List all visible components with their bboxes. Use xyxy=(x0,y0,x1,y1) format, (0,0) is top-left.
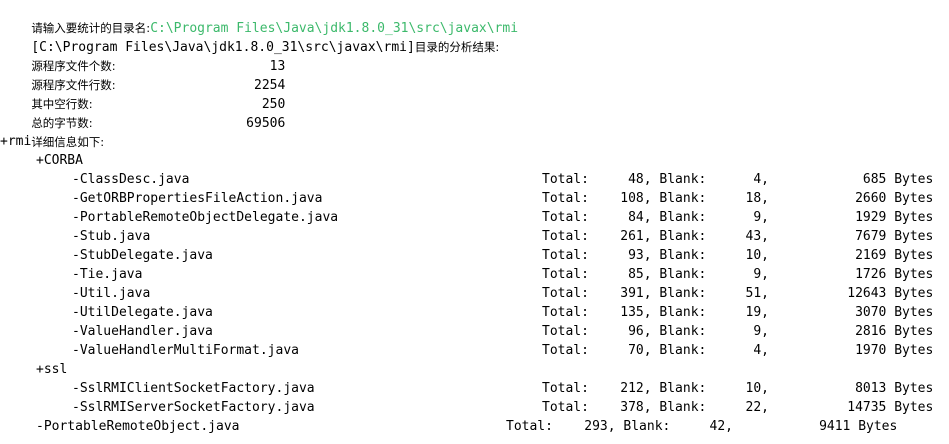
tree-file-row: -GetORBPropertiesFileAction.java Total: 1… xyxy=(0,190,949,209)
file-stats: Total: 48, Blank: 4, 685 Bytes xyxy=(542,172,934,187)
file-stats: Total: 108, Blank: 18, 2660 Bytes xyxy=(542,191,934,206)
tree-file-row: -Util.java Total: 391, Blank: 51, 12643 B… xyxy=(0,285,949,304)
file-name: -Stub.java xyxy=(72,229,151,244)
tree-file-row: -Tie.java Total: 85, Blank: 9, 1726 Bytes xyxy=(0,266,949,285)
file-name: -ValueHandlerMultiFormat.java xyxy=(72,343,299,358)
tree-file-row: -ValueHandler.java Total: 96, Blank: 9, 2… xyxy=(0,323,949,342)
tree-file-row: -Stub.java Total: 261, Blank: 43, 7679 By… xyxy=(0,228,949,247)
folder-name: +CORBA xyxy=(36,153,83,168)
file-name: -ValueHandler.java xyxy=(72,324,213,339)
file-stats: Total: 378, Blank: 22, 14735 Bytes xyxy=(542,400,934,415)
summary-row: 总的字节数: 69506 xyxy=(0,95,285,131)
file-stats: Total: 93, Blank: 10, 2169 Bytes xyxy=(542,248,934,263)
result-header-line: [C:\Program Files\Java\jdk1.8.0_31\src\j… xyxy=(0,19,499,55)
tree-folder-row: +rmi xyxy=(0,133,949,152)
file-stats: Total: 96, Blank: 9, 2816 Bytes xyxy=(542,324,934,339)
tree-file-row: -StubDelegate.java Total: 93, Blank: 10, … xyxy=(0,247,949,266)
folder-name: +ssl xyxy=(36,362,68,377)
detail-header: 详细信息如下: xyxy=(0,114,104,149)
file-stats: Total: 70, Blank: 4, 1970 Bytes xyxy=(542,343,934,358)
console-output[interactable]: 请输入要统计的目录名:C:\Program Files\Java\jdk1.8.… xyxy=(0,0,949,444)
file-stats: Total: 135, Blank: 19, 3070 Bytes xyxy=(542,305,934,320)
input-prompt-line: 请输入要统计的目录名:C:\Program Files\Java\jdk1.8.… xyxy=(0,0,518,36)
summary-row: 其中空行数: 250 xyxy=(0,76,285,112)
file-name: -PortableRemoteObject.java xyxy=(36,419,240,434)
file-name: -StubDelegate.java xyxy=(72,248,213,263)
tree-folder-row: +ssl xyxy=(0,361,949,380)
file-stats: Total: 212, Blank: 10, 8013 Bytes xyxy=(542,381,934,396)
summary-row: 源程序文件个数: 13 xyxy=(0,38,285,74)
tree-file-row: -ClassDesc.java Total: 48, Blank: 4, 685 … xyxy=(0,171,949,190)
file-name: -SslRMIServerSocketFactory.java xyxy=(72,400,315,415)
file-name: -GetORBPropertiesFileAction.java xyxy=(72,191,323,206)
tree-file-row: -SslRMIServerSocketFactory.java Total: 37… xyxy=(0,399,949,418)
tree-file-row: -PortableRemoteObject.java Total: 293, Bl… xyxy=(0,418,949,437)
tree-file-row: -ValueHandlerMultiFormat.java Total: 70, … xyxy=(0,342,949,361)
folder-name: +rmi xyxy=(0,134,32,149)
summary-value: 69506 xyxy=(246,115,286,131)
tree-file-row: -SslRMIClientSocketFactory.java Total: 21… xyxy=(0,380,949,399)
file-name: -Util.java xyxy=(72,286,151,301)
file-stats: Total: 85, Blank: 9, 1726 Bytes xyxy=(542,267,934,282)
file-stats: Total: 84, Blank: 9, 1929 Bytes xyxy=(542,210,934,225)
file-stats: Total: 261, Blank: 43, 7679 Bytes xyxy=(542,229,934,244)
summary-row: 源程序文件行数: 2254 xyxy=(0,57,285,93)
file-stats: Total: 391, Blank: 51, 12643 Bytes xyxy=(542,286,934,301)
file-name: -Tie.java xyxy=(72,267,143,282)
tree-folder-row: +CORBA xyxy=(0,152,949,171)
file-stats: Total: 293, Blank: 42, 9411 Bytes xyxy=(506,419,898,434)
tree-file-row: -PortableRemoteObjectDelegate.java Total:… xyxy=(0,209,949,228)
file-name: -SslRMIClientSocketFactory.java xyxy=(72,381,315,396)
tree-file-row: -UtilDelegate.java Total: 135, Blank: 19,… xyxy=(0,304,949,323)
result-suffix: 目录的分析结果: xyxy=(414,39,500,54)
file-name: -UtilDelegate.java xyxy=(72,305,213,320)
file-name: -PortableRemoteObjectDelegate.java xyxy=(72,210,339,225)
file-name: -ClassDesc.java xyxy=(72,172,190,187)
